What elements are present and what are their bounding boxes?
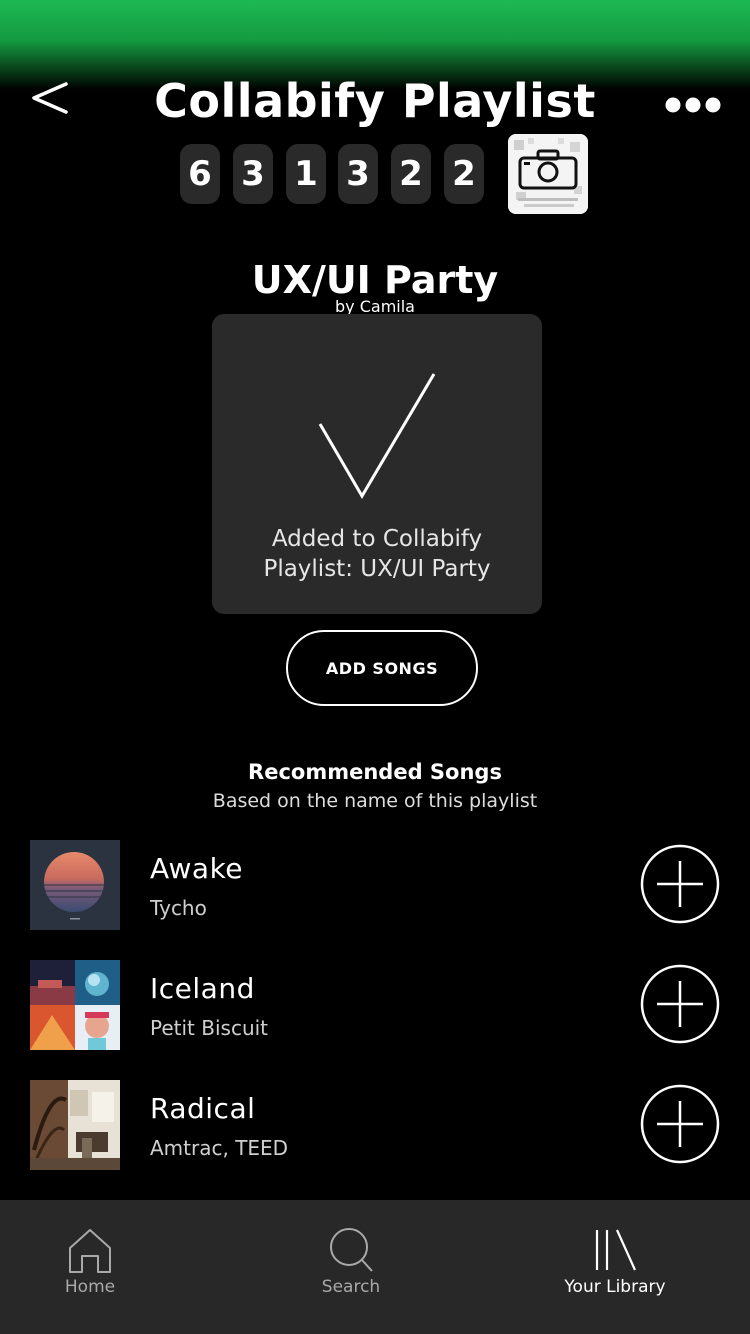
- nav-item-search[interactable]: Search: [261, 1200, 441, 1334]
- camera-icon: [508, 134, 588, 214]
- song-title: Iceland: [150, 972, 255, 1005]
- recommended-title: Recommended Songs: [248, 760, 502, 784]
- add-song-plus-icon[interactable]: [640, 1084, 720, 1164]
- song-artist: Petit Biscuit: [150, 1016, 269, 1040]
- add-songs-button[interactable]: ADD SONGS: [286, 630, 478, 706]
- nav-item-your-library[interactable]: Your Library: [525, 1200, 705, 1334]
- code-digit: 3: [338, 144, 378, 204]
- add-song-plus-icon[interactable]: [640, 964, 720, 1044]
- code-digit: 3: [233, 144, 273, 204]
- song-artist: Tycho: [150, 896, 207, 920]
- nav-label: Your Library: [564, 1277, 666, 1297]
- code-digit: 2: [391, 144, 431, 204]
- more-horizontal-icon[interactable]: [664, 94, 722, 116]
- page-title: Collabify Playlist: [154, 74, 596, 128]
- album-cover-awake: [30, 840, 120, 930]
- song-title: Awake: [150, 852, 244, 885]
- checkmark-icon: [318, 373, 436, 499]
- list-item[interactable]: Iceland Petit Biscuit: [0, 960, 750, 1052]
- nav-item-home[interactable]: Home: [0, 1200, 180, 1334]
- code-digit: 6: [180, 144, 220, 204]
- song-artist: Amtrac, TEED: [150, 1136, 289, 1160]
- playlist-name: UX/UI Party: [251, 258, 499, 302]
- code-digit: 1: [286, 144, 326, 204]
- list-item[interactable]: Radical Amtrac, TEED: [0, 1080, 750, 1172]
- library-icon: [595, 1229, 637, 1271]
- album-cover-iceland: [30, 960, 120, 1050]
- home-icon: [69, 1229, 111, 1273]
- list-item[interactable]: Awake Tycho: [0, 840, 750, 932]
- scan-code-button[interactable]: [508, 134, 588, 214]
- nav-label: Search: [321, 1277, 381, 1297]
- code-digit: 2: [444, 144, 484, 204]
- toast-message: Added to Collabify Playlist: UX/UI Party: [263, 526, 491, 582]
- recommended-subtitle: Based on the name of this playlist: [212, 790, 538, 812]
- nav-label: Home: [64, 1277, 116, 1297]
- search-icon: [330, 1228, 373, 1272]
- album-cover-radical: [30, 1080, 120, 1170]
- added-confirmation-toast: Added to Collabify Playlist: UX/UI Party: [212, 314, 542, 614]
- bottom-navigation: Home Search Your Library: [0, 1200, 750, 1334]
- song-title: Radical: [150, 1092, 256, 1125]
- add-song-plus-icon[interactable]: [640, 844, 720, 924]
